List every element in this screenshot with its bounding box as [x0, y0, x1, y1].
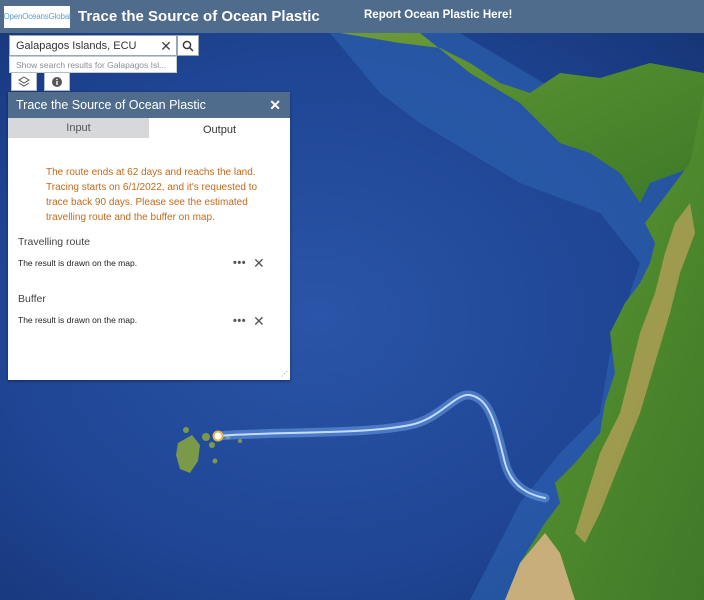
panel-title: Trace the Source of Ocean Plastic [16, 98, 206, 112]
buffer-result: The result is drawn on the map. [18, 315, 138, 325]
info-icon [52, 76, 62, 87]
layers-icon [18, 75, 30, 87]
layers-button[interactable] [11, 72, 37, 91]
start-point-marker [212, 430, 224, 442]
more-options-icon[interactable]: ••• [233, 257, 246, 269]
buffer-label: Buffer [18, 293, 46, 305]
search-suggestion[interactable]: Show search results for Galapagos Isl... [9, 56, 177, 73]
report-plastic-link[interactable]: Report Ocean Plastic Here! [364, 9, 512, 21]
resize-grip-icon[interactable]: ⋰ [281, 370, 288, 378]
info-button[interactable] [44, 72, 70, 91]
logo[interactable]: OpenOceansGlobal [3, 5, 71, 28]
search-box: ✕ [9, 35, 177, 56]
app-title: Trace the Source of Ocean Plastic [78, 8, 320, 25]
tab-input[interactable]: Input [8, 118, 149, 138]
panel-tabs: Input Output [8, 118, 290, 138]
close-icon[interactable]: ✕ [269, 97, 281, 114]
search-input[interactable] [16, 39, 156, 52]
clear-search-icon[interactable]: ✕ [158, 38, 174, 54]
remove-result-icon[interactable]: ✕ [253, 313, 265, 330]
tab-output[interactable]: Output [149, 118, 290, 138]
result-message: The route ends at 62 days and reachs the… [46, 167, 258, 223]
remove-result-icon[interactable]: ✕ [253, 255, 265, 272]
travelling-route-label: Travelling route [18, 236, 90, 248]
search-button[interactable] [177, 35, 199, 56]
search-icon [182, 40, 194, 52]
trace-panel: Trace the Source of Ocean Plastic ✕ Inpu… [8, 92, 290, 380]
travelling-route-result: The result is drawn on the map. [18, 258, 138, 268]
app-header: OpenOceansGlobal Trace the Source of Oce… [0, 0, 704, 33]
panel-header: Trace the Source of Ocean Plastic ✕ [8, 92, 290, 118]
more-options-icon[interactable]: ••• [233, 315, 246, 327]
